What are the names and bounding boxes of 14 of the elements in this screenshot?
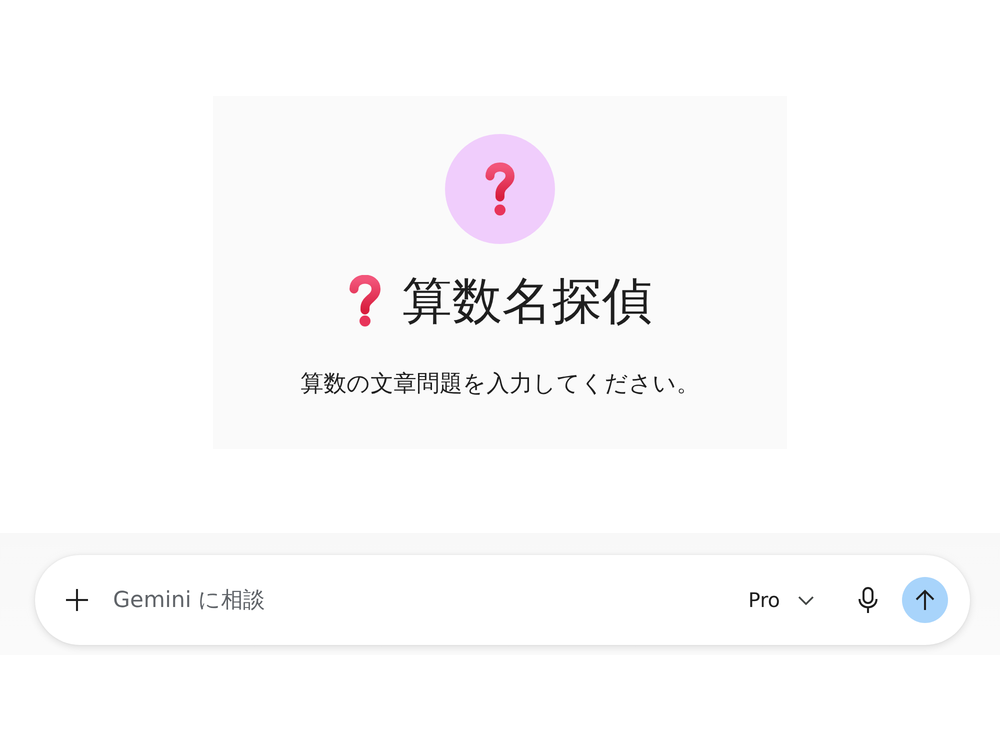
prompt-input-field[interactable]: Gemini に相談 [111,580,744,620]
gem-description: 算数の文章問題を入力してください。 [300,370,700,399]
chevron-down-icon [798,596,814,604]
microphone-button[interactable] [858,586,878,614]
model-picker-button[interactable]: Pro [744,582,818,618]
avatar-question-icon [445,134,555,244]
microphone-icon [858,586,878,614]
add-button[interactable] [65,588,89,612]
prompt-input-bar[interactable]: Gemini に相談 Pro [35,555,970,645]
arrow-up-icon [915,589,935,611]
question-mark-icon [348,275,382,327]
gem-title: 算数名探偵 [402,271,652,332]
plus-icon [65,588,89,612]
send-button[interactable] [902,577,948,623]
